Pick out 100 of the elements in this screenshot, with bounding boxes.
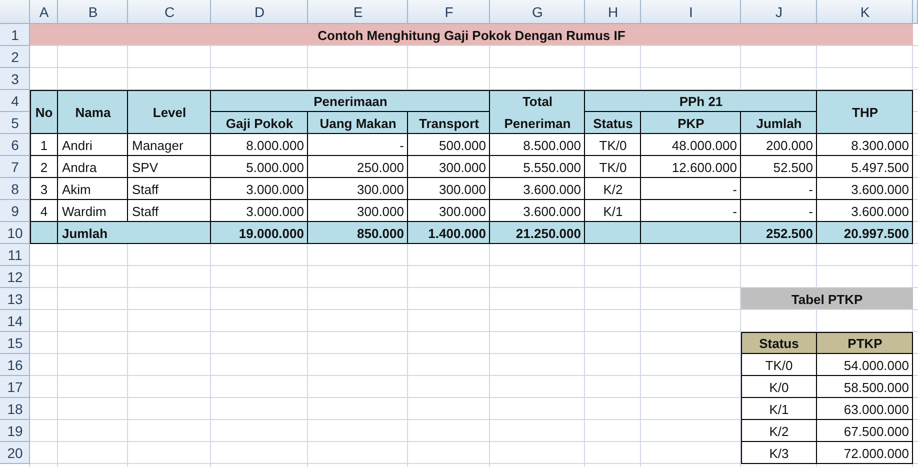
row-header[interactable]: 16 (0, 354, 30, 376)
column-heading: Peneriman (490, 112, 585, 134)
row-header[interactable]: 3 (0, 68, 30, 90)
table-cell: 58.500.000 (817, 376, 913, 398)
column-heading: Total (490, 90, 585, 112)
table-cell: 48.000.000 (641, 134, 741, 156)
column-heading: Penerimaan (211, 90, 490, 112)
row-header[interactable]: 9 (0, 200, 30, 222)
table-cell: K/2 (585, 178, 641, 200)
column-header[interactable]: F (408, 0, 490, 24)
table-cell: - (741, 200, 817, 222)
table-cell: TK/0 (585, 156, 641, 178)
table-cell: 300.000 (308, 200, 408, 222)
column-header[interactable]: D (211, 0, 308, 24)
total-cell: 850.000 (308, 222, 408, 244)
row-header[interactable]: 8 (0, 178, 30, 200)
total-cell (30, 222, 58, 244)
row-header[interactable]: 15 (0, 332, 30, 354)
table-cell: - (308, 134, 408, 156)
table-cell: 63.000.000 (817, 398, 913, 420)
table-cell: 5.550.000 (490, 156, 585, 178)
table-cell: 3.600.000 (817, 200, 913, 222)
sheet-title: Contoh Menghitung Gaji Pokok Dengan Rumus IF (30, 24, 913, 46)
table-title: Tabel PTKP (741, 288, 913, 310)
total-label: Jumlah (58, 222, 211, 244)
column-heading: Transport (408, 112, 490, 134)
row-header[interactable]: 5 (0, 112, 30, 134)
table-cell: K/0 (741, 376, 817, 398)
table-cell: - (741, 178, 817, 200)
table-cell: 5.000.000 (211, 156, 308, 178)
column-header[interactable]: B (58, 0, 128, 24)
table-cell: 200.000 (741, 134, 817, 156)
row-header[interactable]: 20 (0, 442, 30, 464)
table-cell: 8.000.000 (211, 134, 308, 156)
column-header[interactable]: I (641, 0, 741, 24)
table-cell: Wardim (58, 200, 128, 222)
row-header[interactable]: 6 (0, 134, 30, 156)
total-cell: 20.997.500 (817, 222, 913, 244)
column-header[interactable]: K (817, 0, 913, 24)
column-heading: PTKP (817, 332, 913, 354)
column-heading: PPh 21 (585, 90, 817, 112)
column-header[interactable]: G (490, 0, 585, 24)
table-cell: K/1 (741, 398, 817, 420)
row-header[interactable]: 12 (0, 266, 30, 288)
table-cell: 1 (30, 134, 58, 156)
column-heading: No (30, 90, 58, 134)
table-cell: K/1 (585, 200, 641, 222)
table-cell: Andra (58, 156, 128, 178)
table-cell: 500.000 (408, 134, 490, 156)
column-heading: PKP (641, 112, 741, 134)
table-cell: K/3 (741, 442, 817, 464)
column-heading: Gaji Pokok (211, 112, 308, 134)
table-cell: 3.600.000 (490, 200, 585, 222)
table-cell: K/2 (741, 420, 817, 442)
table-cell: 3.600.000 (490, 178, 585, 200)
table-cell: 72.000.000 (817, 442, 913, 464)
row-header[interactable]: 10 (0, 222, 30, 244)
column-header[interactable]: H (585, 0, 641, 24)
table-cell: 3.000.000 (211, 200, 308, 222)
row-header[interactable]: 13 (0, 288, 30, 310)
table-cell: 3.600.000 (817, 178, 913, 200)
column-heading: Nama (58, 90, 128, 134)
total-cell: 19.000.000 (211, 222, 308, 244)
table-cell: 3 (30, 178, 58, 200)
column-header[interactable]: J (741, 0, 817, 24)
total-cell: 21.250.000 (490, 222, 585, 244)
column-header[interactable]: A (30, 0, 58, 24)
row-header[interactable]: 7 (0, 156, 30, 178)
column-heading: Jumlah (741, 112, 817, 134)
table-cell: 8.300.000 (817, 134, 913, 156)
row-header[interactable]: 19 (0, 420, 30, 442)
table-cell: 54.000.000 (817, 354, 913, 376)
row-header[interactable]: 17 (0, 376, 30, 398)
column-heading: Level (128, 90, 211, 134)
row-header[interactable]: 11 (0, 244, 30, 266)
select-all-corner[interactable] (0, 0, 30, 24)
column-header[interactable]: C (128, 0, 211, 24)
table-cell: 300.000 (408, 178, 490, 200)
total-cell (585, 222, 641, 244)
column-heading: Status (585, 112, 641, 134)
table-cell: 300.000 (408, 156, 490, 178)
total-cell: 252.500 (741, 222, 817, 244)
row-header[interactable]: 14 (0, 310, 30, 332)
table-cell: 250.000 (308, 156, 408, 178)
table-cell: 52.500 (741, 156, 817, 178)
row-header[interactable]: 4 (0, 90, 30, 112)
table-cell: TK/0 (585, 134, 641, 156)
table-cell: 300.000 (308, 178, 408, 200)
table-cell: Akim (58, 178, 128, 200)
row-header[interactable]: 18 (0, 398, 30, 420)
column-heading: Status (741, 332, 817, 354)
table-cell: 4 (30, 200, 58, 222)
row-header[interactable]: 2 (0, 46, 30, 68)
table-cell: 3.000.000 (211, 178, 308, 200)
table-cell: 67.500.000 (817, 420, 913, 442)
table-cell: Staff (128, 178, 211, 200)
table-cell: 300.000 (408, 200, 490, 222)
table-cell: 5.497.500 (817, 156, 913, 178)
column-header[interactable]: E (308, 0, 408, 24)
row-header[interactable]: 1 (0, 24, 30, 46)
